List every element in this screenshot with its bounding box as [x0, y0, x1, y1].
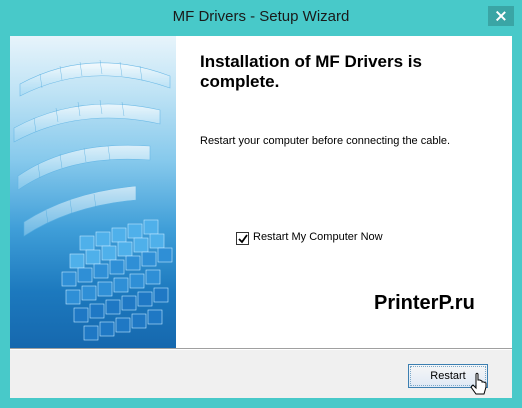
title-bar[interactable]: MF Drivers - Setup Wizard [0, 0, 522, 36]
restart-now-checkbox[interactable] [236, 232, 249, 245]
watermark-text: PrinterP.ru [374, 292, 475, 314]
footer-divider-highlight [10, 349, 512, 350]
wizard-banner-image [10, 36, 176, 348]
setup-wizard-window: MF Drivers - Setup Wizard Installation o… [0, 0, 522, 408]
dialog-client-area: Installation of MF Drivers is complete. … [10, 36, 512, 398]
mouse-pointer-icon [470, 372, 487, 395]
window-title: MF Drivers - Setup Wizard [172, 8, 350, 25]
close-button[interactable] [488, 6, 514, 26]
completion-heading: Installation of MF Drivers is complete. [200, 52, 422, 91]
checkmark-icon [238, 234, 248, 244]
restart-now-label[interactable]: Restart My Computer Now [253, 231, 383, 243]
cube-spiral-illustration [13, 59, 173, 341]
restart-instruction-text: Restart your computer before connecting … [200, 135, 451, 147]
